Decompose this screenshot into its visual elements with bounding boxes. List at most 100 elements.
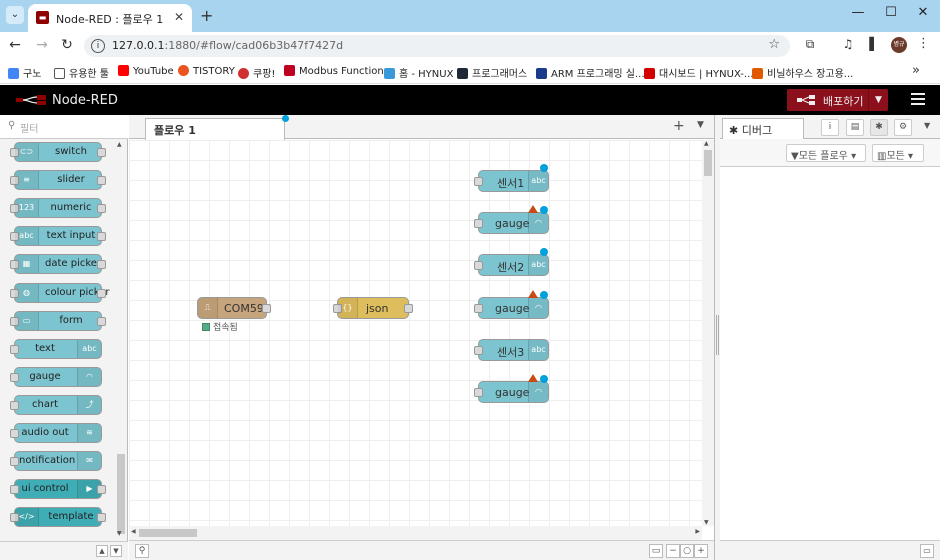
palette-node-chart[interactable]: ⤴ chart	[10, 394, 102, 415]
canvas-horizontal-scrollbar[interactable]: ◀ ▶	[129, 526, 702, 540]
profile-avatar[interactable]: 병규	[891, 37, 907, 53]
gauge-node-1[interactable]: gauge ◠	[474, 205, 549, 234]
palette-node-text[interactable]: abc text	[10, 338, 102, 359]
browser-menu-icon[interactable]: ⋮	[917, 36, 930, 51]
palette-node-template[interactable]: </> template	[10, 507, 106, 528]
json-node[interactable]: {} json	[333, 297, 413, 319]
bookmark-item[interactable]: 홈 - HYNUX	[384, 65, 453, 80]
palette-scroll-thumb[interactable]	[117, 454, 125, 534]
palette-filter-input[interactable]: 필터	[20, 120, 38, 135]
side-panel-icon[interactable]: ▌	[866, 37, 882, 51]
calendar-icon: ▦	[15, 255, 39, 274]
palette-node-date-picker[interactable]: ▦ date picker	[10, 254, 106, 275]
node-label: gauge	[495, 217, 530, 230]
bookmark-item[interactable]: 프로그래머스	[457, 65, 527, 80]
palette-node-ui-control[interactable]: ▶ ui control	[10, 479, 106, 500]
maximize-button[interactable]: ☐	[881, 5, 901, 20]
node-red-logo-icon	[16, 95, 46, 105]
text-node-sensor2[interactable]: 센서2 abc	[474, 248, 549, 276]
minimize-button[interactable]: —	[848, 5, 868, 20]
gauge-node-3[interactable]: gauge ◠	[474, 374, 549, 403]
browser-tab[interactable]: ▬ Node-RED : 플로우 1 ✕	[28, 4, 192, 32]
serial-in-node[interactable]: ⎍ COM59	[197, 297, 271, 319]
sidebar-menu-caret-icon[interactable]: ▼	[924, 121, 930, 130]
gauge-node-2[interactable]: gauge ◠	[474, 290, 549, 319]
output-port[interactable]	[262, 304, 271, 313]
bookmark-item[interactable]: Modbus Function...	[284, 65, 393, 77]
palette-node-list: ⊂⊃ switch ≡ slider 123 numeric abc text input ▦ d…	[0, 139, 116, 539]
navigator-map-icon[interactable]: ▭	[649, 544, 663, 558]
input-port[interactable]	[474, 388, 483, 397]
back-button[interactable]: ←	[6, 37, 24, 53]
url-text[interactable]: 127.0.0.1:1880/#flow/cad06b3b47f7427d	[112, 39, 343, 52]
tab-debug[interactable]: ✱ 디버그	[722, 118, 804, 140]
deploy-button[interactable]: 배포하기 ▼	[787, 89, 888, 111]
expand-all-button[interactable]: ▼	[110, 545, 122, 557]
input-port[interactable]	[474, 304, 483, 313]
open-window-icon[interactable]: ▭	[920, 544, 934, 558]
input-port[interactable]	[474, 346, 483, 355]
bookmark-folder[interactable]: 유용한 툴	[54, 65, 109, 80]
bookmark-item[interactable]: TISTORY	[178, 65, 235, 77]
flow-canvas[interactable]: ⎍ COM59 접속됨 {} json 센서1 abc gauge ◠ 센서2 …	[129, 140, 702, 526]
site-info-icon[interactable]: i	[91, 39, 105, 53]
bookmark-item[interactable]: 대시보드 | HYNUX-...	[644, 65, 753, 80]
collapse-all-button[interactable]: ▲	[96, 545, 108, 557]
url-bar[interactable]: i 127.0.0.1:1880/#flow/cad06b3b47f7427d …	[84, 35, 790, 57]
info-icon[interactable]: i	[821, 119, 839, 136]
help-book-icon[interactable]: ▤	[846, 119, 864, 136]
flow-list-caret-icon[interactable]: ▼	[697, 120, 704, 130]
palette-node-numeric[interactable]: 123 numeric	[10, 198, 106, 219]
close-window-button[interactable]: ✕	[913, 5, 933, 20]
debug-bug-icon[interactable]: ✱	[870, 119, 888, 136]
horizontal-scroll-thumb[interactable]	[139, 529, 197, 537]
bookmark-item[interactable]: YouTube	[118, 65, 174, 77]
input-port[interactable]	[474, 219, 483, 228]
zoom-out-icon[interactable]: −	[666, 544, 680, 558]
canvas-vertical-scrollbar[interactable]: ▲ ▼	[702, 140, 714, 526]
media-control-icon[interactable]: ♫	[840, 37, 856, 51]
palette-node-text-input[interactable]: abc text input	[10, 226, 106, 247]
palette-node-audio-out[interactable]: ≋ audio out	[10, 423, 102, 443]
text-node-sensor3[interactable]: 센서3 abc	[474, 339, 549, 361]
debug-clear-filter[interactable]: ▥모든 ▾	[872, 144, 924, 162]
extensions-icon[interactable]: ⧉	[802, 37, 818, 52]
zoom-reset-icon[interactable]: ○	[680, 544, 694, 558]
text-node-sensor1[interactable]: 센서1 abc	[474, 164, 549, 192]
bookmark-item[interactable]: ARM 프로그래밍 실...	[536, 65, 645, 80]
palette-node-slider[interactable]: ≡ slider	[10, 170, 106, 191]
search-flows-icon[interactable]: ⚲	[135, 544, 149, 558]
input-port[interactable]	[474, 261, 483, 270]
add-flow-button[interactable]: +	[673, 118, 685, 134]
vertical-scroll-thumb[interactable]	[704, 150, 712, 176]
palette-node-gauge[interactable]: ◠ gauge	[10, 366, 102, 387]
serial-port-icon: ⎍	[198, 298, 218, 318]
zoom-in-icon[interactable]: +	[694, 544, 708, 558]
close-tab-icon[interactable]: ✕	[174, 10, 184, 24]
bookmark-item[interactable]: 쿠팡!	[238, 65, 275, 80]
new-tab-button[interactable]: +	[200, 6, 213, 25]
status-indicator-icon	[202, 323, 210, 331]
debug-filter-flows[interactable]: ▼모든 플로우 ▾	[786, 144, 866, 162]
bookmark-item[interactable]: 구노	[8, 65, 41, 80]
more-bookmarks-icon[interactable]: »	[912, 63, 920, 78]
palette-node-label: colour picker	[45, 286, 110, 298]
bookmark-star-icon[interactable]: ☆	[768, 37, 780, 52]
output-port[interactable]	[404, 304, 413, 313]
deploy-menu-caret-icon[interactable]: ▼	[868, 89, 888, 111]
palette-filter[interactable]: ⚲ 필터	[0, 115, 128, 139]
palette-node-colour-picker[interactable]: ◍ colour picker	[10, 282, 110, 303]
main-menu-icon[interactable]	[911, 93, 925, 108]
config-gear-icon[interactable]: ⚙	[894, 119, 912, 136]
palette-node-notification[interactable]: ✉ notification	[10, 451, 102, 472]
reload-button[interactable]: ↻	[58, 37, 76, 53]
tab-flow-1[interactable]: 플로우 1	[145, 115, 289, 140]
bookmark-item[interactable]: 비닐하우스 장고용...	[752, 65, 853, 80]
input-port[interactable]	[474, 177, 483, 186]
youtube-icon	[118, 65, 129, 76]
palette-scrollbar[interactable]: ▲ ▼	[117, 139, 125, 539]
tab-search-button[interactable]: ⌄	[6, 6, 24, 24]
palette-node-form[interactable]: ▭ form	[10, 310, 106, 331]
forward-button[interactable]: →	[33, 37, 51, 53]
palette-node-switch[interactable]: ⊂⊃ switch	[10, 142, 106, 162]
